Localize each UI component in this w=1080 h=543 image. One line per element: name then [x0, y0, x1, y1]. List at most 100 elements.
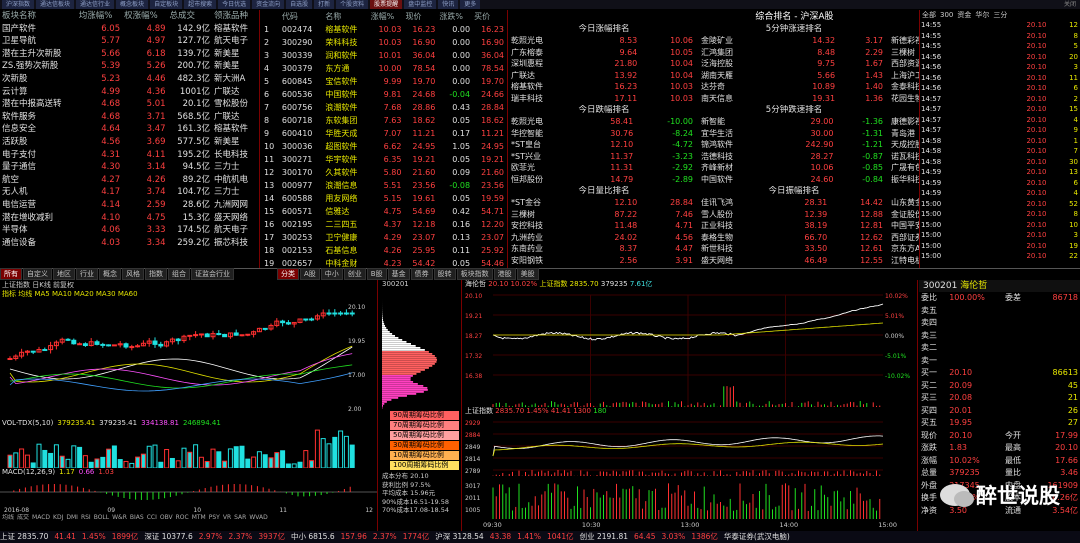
rank-row[interactable]: 雪人股份 12.39 12.88: [699, 209, 885, 221]
indicator-tab[interactable]: BOLL: [94, 514, 109, 521]
kline-chart[interactable]: 20.10 19.95 17.00 2.00: [0, 299, 378, 419]
tab-13[interactable]: 快讯: [438, 0, 459, 9]
stock-row[interactable]: 15 600571 信雅达 4.75 54.69 0.42 54.71: [262, 205, 506, 218]
market-button[interactable]: 港股: [493, 268, 516, 280]
tick-header-tab[interactable]: 华尔: [975, 10, 989, 20]
stock-header[interactable]: 涨幅%: [369, 10, 404, 23]
sector-row[interactable]: 无人机 4.17 3.74 104.7亿 三力士: [0, 186, 258, 199]
rank-row[interactable]: 汇鸿集团 8.48 2.29: [699, 47, 885, 59]
stock-header[interactable]: 买价: [472, 10, 506, 23]
rank-row[interactable]: 恒邦股份 14.79 -2.89: [509, 174, 695, 186]
filter-button[interactable]: 所有: [0, 268, 22, 280]
rank-row[interactable]: 泛海控股 9.75 1.67: [699, 58, 885, 70]
rank-row[interactable]: 瑞丰科技 17.11 10.03: [509, 93, 695, 105]
rank-row[interactable]: 盛天网络 46.49 12.55: [699, 255, 885, 267]
rank-row[interactable]: 广联达 13.92 10.04: [509, 70, 695, 82]
stock-row[interactable]: 9 600410 华胜天成 7.07 11.21 0.17 11.21: [262, 127, 506, 140]
rank-row[interactable]: *ST兴业 11.37 -3.23: [509, 151, 695, 163]
stock-row[interactable]: 12 300170 久其软件 5.80 21.60 0.09 21.60: [262, 166, 506, 179]
stock-row[interactable]: 19 002657 中科金财 4.23 54.42 0.05 54.46: [262, 257, 506, 268]
sector-row[interactable]: 云计算 4.99 4.36 1001亿 广联达: [0, 86, 258, 99]
market-button[interactable]: 股转: [433, 268, 456, 280]
tab-12[interactable]: 盘中监控: [404, 0, 437, 9]
indicator-tab[interactable]: ROC: [176, 514, 189, 521]
chip-period-item[interactable]: 10周期筹码比例: [390, 451, 459, 460]
sector-row[interactable]: 半导体 4.06 3.33 174.5亿 航天电子: [0, 224, 258, 237]
tab-3[interactable]: 概念板块: [116, 0, 149, 9]
intraday-price-chart[interactable]: 20.10 19.21 18.27 17.32 16.38 10.02% 5.01% 0.00…: [463, 289, 918, 407]
stock-row[interactable]: 14 600588 用友网络 5.15 19.61 0.05 19.59: [262, 192, 506, 205]
chip-period-item[interactable]: 100周期筹码比例: [390, 461, 459, 470]
stock-row[interactable]: 7 600756 浪潮软件 7.68 28.86 0.43 28.84: [262, 101, 506, 114]
tab-8[interactable]: 自选股: [286, 0, 313, 9]
indicator-tab[interactable]: WVAD: [249, 514, 267, 521]
sector-row[interactable]: ZS.强势次新股 5.39 5.26 200.7亿 新美星: [0, 60, 258, 73]
chip-period-item[interactable]: 70周期筹码比例: [390, 421, 459, 430]
tab-4[interactable]: 自定板块: [150, 0, 183, 9]
market-button[interactable]: A股: [300, 268, 320, 280]
sector-row[interactable]: 量子通信 4.30 3.14 94.5亿 三力士: [0, 161, 258, 174]
indicator-tab[interactable]: RSI: [81, 514, 91, 521]
indicator-tab[interactable]: MTM: [192, 514, 206, 521]
rank-row[interactable]: 广东榕泰 9.64 10.05: [509, 47, 695, 59]
chip-period-item[interactable]: 30周期筹码比例: [390, 441, 459, 450]
rank-row[interactable]: 湖南天雁 5.66 1.43: [699, 70, 885, 82]
indicator-tab[interactable]: 成交: [17, 514, 29, 521]
rank-row[interactable]: 正业科技 38.19 12.81: [699, 220, 885, 232]
indicator-tab[interactable]: 均线: [2, 514, 14, 521]
sector-header[interactable]: 板块名称: [0, 10, 77, 23]
market-button[interactable]: B股: [366, 268, 387, 280]
tab-6[interactable]: 今日优选: [218, 0, 251, 9]
stock-header[interactable]: 名称: [323, 10, 368, 23]
rank-row[interactable]: 深圳惠程 21.80 10.04: [509, 58, 695, 70]
indicator-tab[interactable]: OBV: [160, 514, 173, 521]
rank-row[interactable]: 安阳钢铁 2.56 3.91: [509, 255, 695, 267]
rank-row[interactable]: 安控科技 11.48 4.71: [509, 220, 695, 232]
stock-row[interactable]: 10 300036 超图软件 6.62 24.95 1.05 24.95: [262, 140, 506, 153]
filter-button[interactable]: 组合: [168, 268, 190, 280]
filter-button[interactable]: 指数: [145, 268, 167, 280]
stock-row[interactable]: 5 600845 宝信软件 9.99 19.70 0.00 19.70: [262, 75, 506, 88]
tab-2[interactable]: 通达信行业: [76, 0, 115, 9]
sector-header[interactable]: 领涨品种: [212, 10, 258, 23]
rank-row[interactable]: *ST金谷 12.10 28.84: [509, 197, 695, 209]
rank-row[interactable]: 三棵树 87.22 7.46: [509, 209, 695, 221]
filter-button[interactable]: 地区: [53, 268, 75, 280]
stock-header[interactable]: 涨跌%: [437, 10, 472, 23]
filter-button[interactable]: 自定义: [23, 268, 52, 280]
rank-row[interactable]: 宜华生活 30.00 -1.31: [699, 128, 885, 140]
tick-header-tab[interactable]: 全部: [922, 10, 936, 20]
tab-7[interactable]: 资金流向: [252, 0, 285, 9]
rank-row[interactable]: 乾照光电 58.41 -10.00: [509, 116, 695, 128]
market-button[interactable]: 分类: [277, 268, 299, 280]
stock-header[interactable]: 代码: [280, 10, 324, 23]
sector-row[interactable]: 航空 4.27 4.26 89.2亿 中航机电: [0, 174, 258, 187]
sector-row[interactable]: 活跃股 4.56 3.69 577.5亿 新美星: [0, 136, 258, 149]
sector-header[interactable]: 总成交: [168, 10, 213, 23]
rank-row[interactable]: 乾照光电 8.53 10.06: [509, 35, 695, 47]
tick-header-tab[interactable]: 300: [940, 10, 953, 20]
window-close-label[interactable]: 关闭: [1064, 0, 1076, 9]
market-button[interactable]: 债券: [410, 268, 433, 280]
stock-row[interactable]: 3 300339 润和软件 10.01 36.04 0.00 36.04: [262, 49, 506, 62]
indicator-tab[interactable]: MACD: [32, 514, 50, 521]
sector-row[interactable]: 电子支付 4.31 4.11 195.2亿 长电科技: [0, 149, 258, 162]
rank-row[interactable]: 金陵矿业 14.32 3.17: [699, 35, 885, 47]
sector-row[interactable]: 软件服务 4.68 3.71 568.5亿 广联达: [0, 111, 258, 124]
market-button[interactable]: 美股: [516, 268, 539, 280]
rank-row[interactable]: 中国软件 24.60 -0.84: [699, 174, 885, 186]
tab-1[interactable]: 通达信板块: [36, 0, 75, 9]
sector-row[interactable]: 国产软件 6.05 4.89 142.9亿 榕基软件: [0, 23, 258, 36]
stock-row[interactable]: 18 002153 石基信息 4.26 25.95 0.11 25.92: [262, 244, 506, 257]
rank-row[interactable]: 东南药业 8.37 4.47: [509, 243, 695, 255]
sector-row[interactable]: 潜在增收减利 4.10 4.75 15.3亿 盛天网络: [0, 212, 258, 225]
market-button[interactable]: 中小: [320, 268, 343, 280]
market-button[interactable]: 创业: [343, 268, 366, 280]
tab-5[interactable]: 超市搜索: [184, 0, 217, 9]
rank-row[interactable]: 浩德科技 28.27 -0.87: [699, 151, 885, 163]
filter-button[interactable]: 证监会行业: [191, 268, 234, 280]
stock-row[interactable]: 17 300253 卫宁健康 4.29 23.07 0.13 23.07: [262, 231, 506, 244]
indicator-tab[interactable]: BIAS: [130, 514, 144, 521]
rank-row[interactable]: 齐峰新材 10.06 -0.85: [699, 162, 885, 174]
rank-row[interactable]: 南天信息 19.31 1.36: [699, 93, 885, 105]
